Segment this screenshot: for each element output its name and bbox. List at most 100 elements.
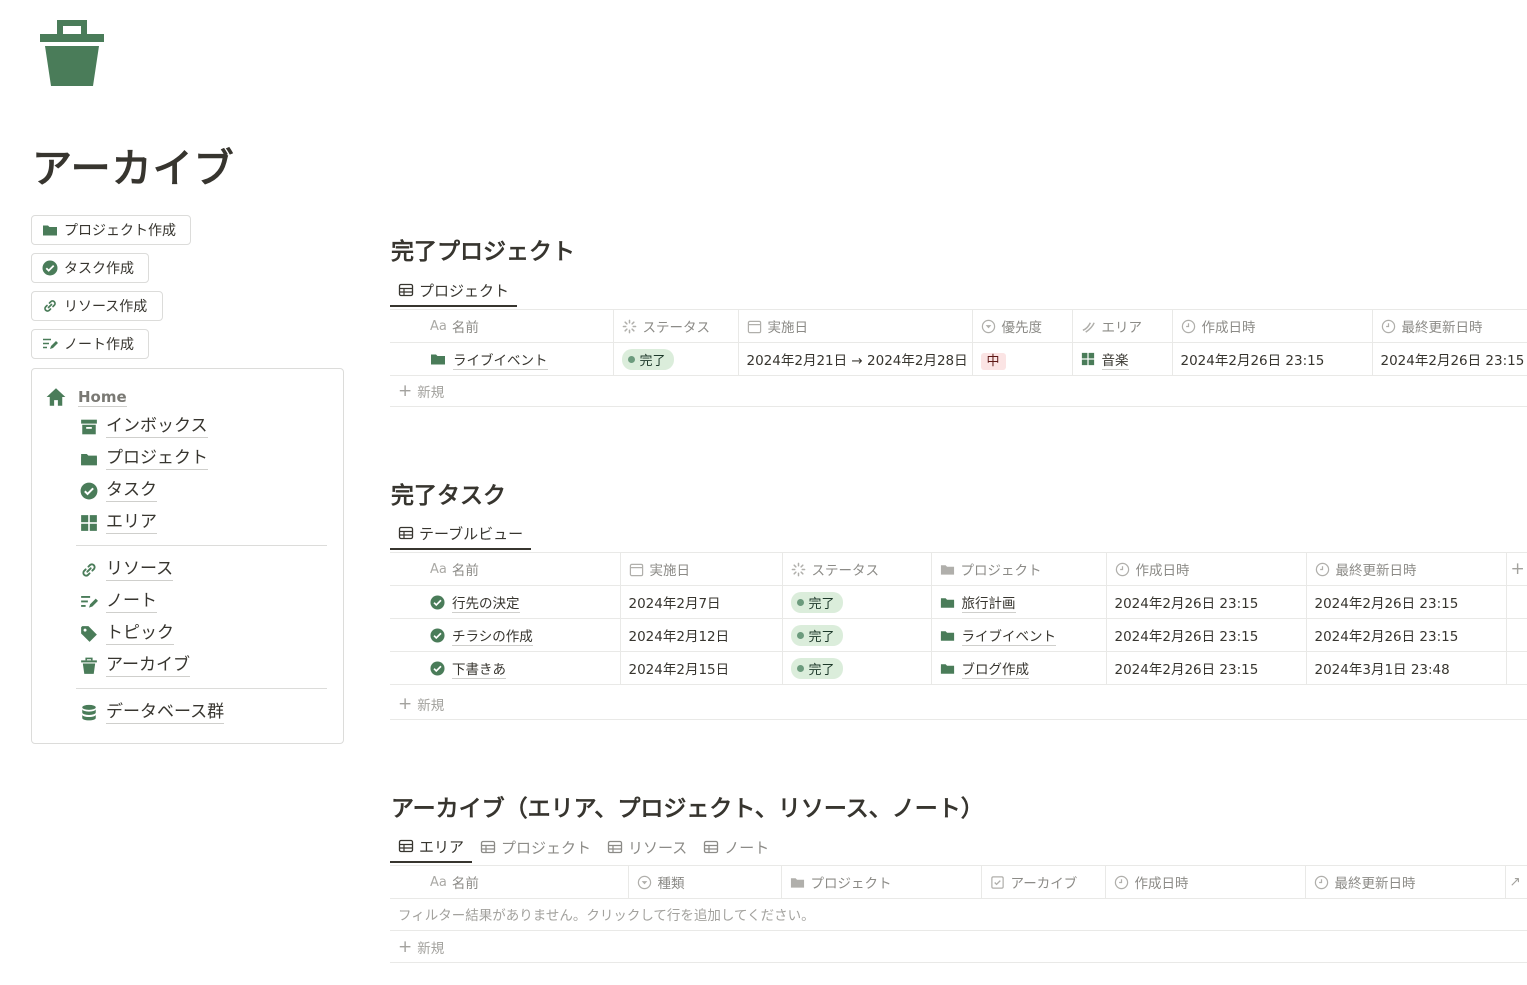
cell-area[interactable]: 音楽 bbox=[1072, 342, 1173, 376]
nav-item-tasks[interactable]: タスク bbox=[80, 479, 157, 502]
table-row[interactable]: チラシの作成 2024年2月12日 完了 ライブイベント 2024年2月26日 … bbox=[390, 618, 1527, 652]
status-badge: 完了 bbox=[790, 657, 843, 679]
row-title[interactable]: 行先の決定 bbox=[452, 592, 520, 613]
tab-notes-view[interactable]: ノート bbox=[695, 831, 777, 863]
cell-status[interactable]: 完了 bbox=[782, 651, 932, 685]
column-header-more[interactable]: ↗ bbox=[1505, 865, 1527, 899]
nav-item-projects[interactable]: プロジェクト bbox=[80, 447, 208, 470]
cell-name[interactable]: チラシの作成 bbox=[390, 618, 621, 652]
column-header-created[interactable]: 作成日時 bbox=[1106, 552, 1307, 586]
nav-item-inbox[interactable]: インボックス bbox=[80, 415, 208, 438]
cell-priority[interactable]: 中 bbox=[972, 342, 1073, 376]
project-link[interactable]: 旅行計画 bbox=[961, 592, 1016, 613]
add-column-button[interactable]: + bbox=[1506, 552, 1527, 586]
column-header-date[interactable]: 実施日 bbox=[620, 552, 783, 586]
status-dot bbox=[796, 598, 804, 606]
cell-updated: 2024年2月26日 23:15 bbox=[1372, 342, 1527, 376]
divider bbox=[76, 688, 327, 689]
project-link[interactable]: ブログ作成 bbox=[961, 658, 1029, 679]
table-row[interactable]: 行先の決定 2024年2月7日 完了 旅行計画 2024年2月26日 23:15… bbox=[390, 585, 1527, 619]
new-row-button[interactable]: + 新規 bbox=[390, 688, 1527, 720]
column-header-project[interactable]: プロジェクト bbox=[781, 865, 982, 899]
table-row[interactable]: ライブイベント 完了 2024年2月21日 → 2024年2月28日 中 音楽 … bbox=[390, 342, 1527, 376]
folder-icon bbox=[940, 628, 955, 643]
column-header-created[interactable]: 作成日時 bbox=[1105, 865, 1306, 899]
row-title[interactable]: ライブイベント bbox=[453, 349, 548, 370]
cell-date[interactable]: 2024年2月21日 → 2024年2月28日 bbox=[738, 342, 973, 376]
create-task-button[interactable]: タスク作成 bbox=[31, 253, 149, 283]
cell-project[interactable]: 旅行計画 bbox=[931, 585, 1107, 619]
nav-item-archive[interactable]: アーカイブ bbox=[80, 654, 190, 677]
column-header-updated[interactable]: 最終更新日時 bbox=[1305, 865, 1506, 899]
cell-created: 2024年2月26日 23:15 bbox=[1106, 618, 1307, 652]
tab-table-view[interactable]: テーブルビュー bbox=[390, 518, 532, 550]
column-header-priority[interactable]: 優先度 bbox=[972, 309, 1073, 343]
new-row-button[interactable]: + 新規 bbox=[390, 375, 1527, 407]
cell-name[interactable]: 下書きあ bbox=[390, 651, 621, 685]
column-header-name[interactable]: Aa 名前 bbox=[390, 865, 629, 899]
column-header-updated[interactable]: 最終更新日時 bbox=[1372, 309, 1527, 343]
priority-badge: 中 bbox=[980, 352, 1006, 370]
cell-name[interactable]: 行先の決定 bbox=[390, 585, 621, 619]
create-project-button[interactable]: プロジェクト作成 bbox=[31, 215, 191, 245]
column-header-status[interactable]: ステータス bbox=[613, 309, 739, 343]
table-header-row: Aa 名前 ステータス 実施日 優先度 エリア 作成日時 最終更新日時 bbox=[390, 309, 1527, 343]
nav-item-resources[interactable]: リソース bbox=[80, 558, 174, 581]
home-icon bbox=[46, 387, 66, 407]
folder-icon bbox=[790, 875, 805, 890]
area-link[interactable]: 音楽 bbox=[1101, 349, 1129, 370]
column-header-status[interactable]: ステータス bbox=[782, 552, 932, 586]
cell-empty bbox=[1506, 651, 1527, 685]
column-header-name[interactable]: Aa 名前 bbox=[390, 309, 614, 343]
calendar-icon bbox=[747, 319, 762, 334]
column-header-updated[interactable]: 最終更新日時 bbox=[1306, 552, 1507, 586]
cell-status[interactable]: 完了 bbox=[782, 585, 932, 619]
text-type-icon: Aa bbox=[430, 874, 447, 890]
nav-home[interactable]: Home bbox=[46, 387, 127, 407]
clock-icon bbox=[1115, 562, 1130, 577]
divider bbox=[76, 545, 327, 546]
tab-areas-view[interactable]: エリア bbox=[390, 831, 473, 863]
cell-name[interactable]: ライブイベント bbox=[390, 342, 614, 376]
cell-date[interactable]: 2024年2月7日 bbox=[620, 585, 783, 619]
select-icon bbox=[981, 319, 996, 334]
create-resource-button[interactable]: リソース作成 bbox=[31, 291, 163, 321]
row-title[interactable]: チラシの作成 bbox=[452, 625, 533, 646]
completed-tasks-table: Aa 名前 実施日 ステータス プロジェクト 作成日時 最終更新日時 + 行先の決… bbox=[390, 552, 1527, 685]
cell-project[interactable]: ブログ作成 bbox=[931, 651, 1107, 685]
arrow-icon: ↗ bbox=[1509, 874, 1521, 890]
tab-resources-view[interactable]: リソース bbox=[599, 831, 695, 863]
column-header-archive[interactable]: アーカイブ bbox=[981, 865, 1106, 899]
status-icon bbox=[791, 562, 806, 577]
cell-status[interactable]: 完了 bbox=[782, 618, 932, 652]
view-tabs: エリア プロジェクト リソース ノート bbox=[390, 831, 777, 863]
inbox-icon bbox=[80, 418, 98, 436]
new-row-button[interactable]: + 新規 bbox=[390, 931, 1527, 963]
nav-item-notes[interactable]: ノート bbox=[80, 590, 157, 613]
cell-empty bbox=[1506, 618, 1527, 652]
nav-item-topics[interactable]: トピック bbox=[80, 622, 174, 645]
nav-item-databases[interactable]: データベース群 bbox=[80, 701, 225, 724]
column-header-area[interactable]: エリア bbox=[1072, 309, 1173, 343]
project-link[interactable]: ライブイベント bbox=[961, 625, 1056, 646]
column-header-project[interactable]: プロジェクト bbox=[931, 552, 1107, 586]
column-header-date[interactable]: 実施日 bbox=[738, 309, 973, 343]
column-header-created[interactable]: 作成日時 bbox=[1172, 309, 1373, 343]
tab-projects-view[interactable]: プロジェクト bbox=[472, 831, 599, 863]
table-row[interactable]: 下書きあ 2024年2月15日 完了 ブログ作成 2024年2月26日 23:1… bbox=[390, 651, 1527, 685]
page-title: アーカイブ bbox=[32, 146, 235, 192]
nav-item-areas[interactable]: エリア bbox=[80, 511, 157, 534]
row-title[interactable]: 下書きあ bbox=[452, 658, 506, 679]
cell-created: 2024年2月26日 23:15 bbox=[1106, 585, 1307, 619]
check-circle-icon bbox=[430, 595, 445, 610]
cell-status[interactable]: 完了 bbox=[613, 342, 739, 376]
cell-date[interactable]: 2024年2月12日 bbox=[620, 618, 783, 652]
create-note-button[interactable]: ノート作成 bbox=[31, 329, 149, 359]
trash-icon bbox=[40, 20, 104, 86]
tab-projects-view[interactable]: プロジェクト bbox=[390, 275, 518, 307]
column-header-type[interactable]: 種類 bbox=[628, 865, 782, 899]
column-header-name[interactable]: Aa 名前 bbox=[390, 552, 621, 586]
cell-project[interactable]: ライブイベント bbox=[931, 618, 1107, 652]
cell-date[interactable]: 2024年2月15日 bbox=[620, 651, 783, 685]
empty-results-message[interactable]: フィルター結果がありません。クリックして行を追加してください。 bbox=[390, 898, 1527, 931]
